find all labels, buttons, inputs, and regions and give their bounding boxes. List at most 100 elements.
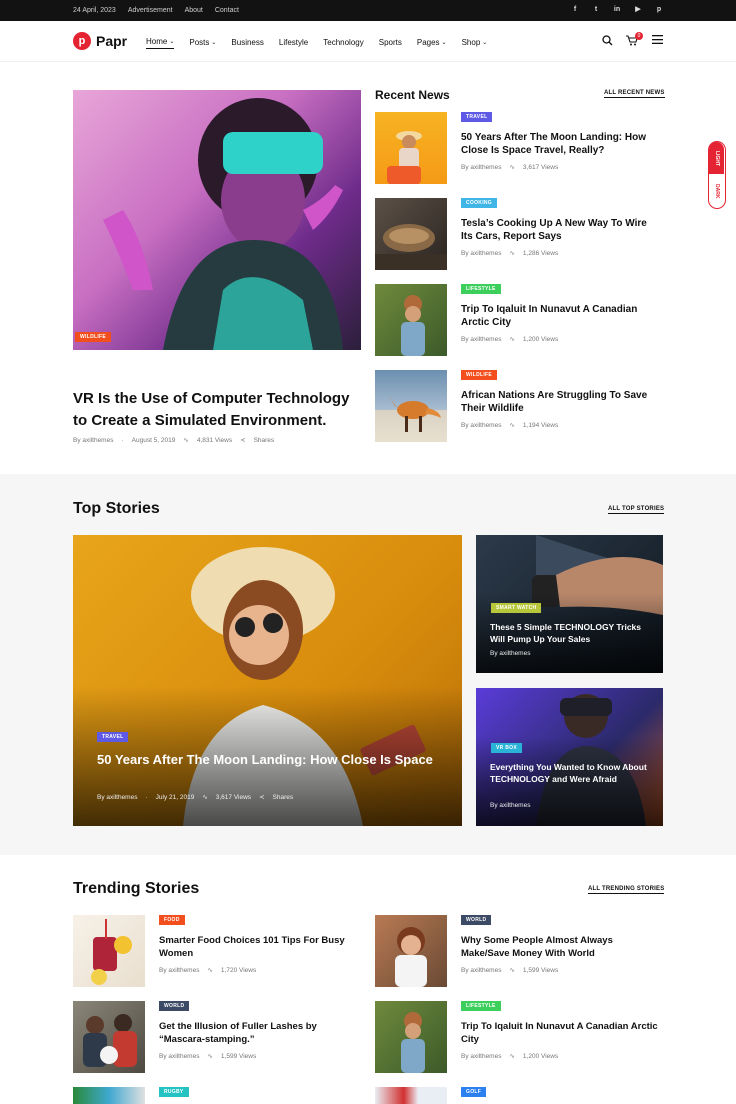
recent-title-2[interactable]: Tesla’s Cooking Up A New Way To Wire Its… — [461, 217, 661, 243]
recent-title-3[interactable]: Trip To Iqaluit In Nunavut A Canadian Ar… — [461, 303, 661, 329]
facebook-icon[interactable]: f — [571, 6, 579, 14]
nav-item-technology[interactable]: Technology — [323, 37, 363, 49]
logo-icon: p — [73, 32, 91, 50]
views-icon: ∿ — [509, 1053, 515, 1060]
site-logo[interactable]: p Papr — [73, 32, 127, 50]
recent-thumb-2[interactable] — [375, 198, 447, 270]
trending-badge-4[interactable]: LIFESTYLE — [461, 1001, 501, 1011]
trending-title-4[interactable]: Trip To Iqaluit In Nunavut A Canadian Ar… — [461, 1020, 661, 1046]
trending-title: Trending Stories — [73, 880, 200, 897]
top-story-side-1[interactable]: SMART WATCH These 5 Simple TECHNOLOGY Tr… — [476, 535, 663, 673]
twitter-icon[interactable]: t — [592, 6, 600, 14]
views-icon: ∿ — [202, 794, 208, 801]
trending-badge-5[interactable]: RUGBY — [159, 1087, 189, 1097]
hero-image[interactable]: WILDLIFE — [73, 90, 361, 350]
views-icon: ∿ — [509, 967, 515, 974]
search-icon[interactable] — [601, 35, 613, 47]
recent-title-4[interactable]: African Nations Are Struggling To Save T… — [461, 389, 661, 415]
cart-icon[interactable]: 0 — [626, 32, 643, 47]
views-icon: ∿ — [207, 967, 213, 974]
topbar-link-advertisement[interactable]: Advertisement — [128, 7, 173, 14]
topbar-link-contact[interactable]: Contact — [215, 7, 239, 14]
recent-thumb-3[interactable] — [375, 284, 447, 356]
trending-badge-6[interactable]: GOLF — [461, 1087, 487, 1097]
chevron-down-icon: ⌄ — [441, 39, 447, 46]
hero-meta: By axilthemes · August 5, 2019 ∿ 4,831 V… — [73, 436, 275, 445]
logo-text: Papr — [96, 33, 128, 49]
category-badge[interactable]: VR BOX — [491, 743, 522, 753]
recent-badge-2[interactable]: COOKING — [461, 198, 497, 208]
top-story-side-2-title[interactable]: Everything You Wanted to Know About TECH… — [490, 761, 652, 785]
nav-item-posts[interactable]: Posts ⌄ — [189, 37, 216, 49]
recent-title-1[interactable]: 50 Years After The Moon Landing: How Clo… — [461, 131, 661, 157]
recent-badge-4[interactable]: WILDLIFE — [461, 370, 498, 380]
youtube-icon[interactable]: ▶ — [634, 6, 642, 14]
recent-badge-1[interactable]: TRAVEL — [461, 112, 493, 122]
hero-title[interactable]: VR Is the Use of Computer Technology to … — [73, 388, 363, 432]
trending-badge-3[interactable]: WORLD — [159, 1001, 190, 1011]
recent-thumb-1[interactable] — [375, 112, 447, 184]
views-icon: ∿ — [207, 1053, 213, 1060]
top-story-side-2[interactable]: VR BOX Everything You Wanted to Know Abo… — [476, 688, 663, 826]
pinterest-icon[interactable]: p — [655, 6, 663, 14]
top-story-side-1-title[interactable]: These 5 Simple TECHNOLOGY Tricks Will Pu… — [490, 621, 652, 645]
chevron-down-icon: ⌄ — [169, 39, 175, 45]
recent-meta-1: By axilthemes ∿ 3,617 Views — [461, 163, 559, 172]
nav-item-business[interactable]: Business — [231, 37, 263, 49]
recent-meta-3: By axilthemes ∿ 1,200 Views — [461, 335, 559, 344]
trending-badge-1[interactable]: FOOD — [159, 915, 185, 925]
trending-badge-2[interactable]: WORLD — [461, 915, 492, 925]
views-icon: ∿ — [183, 437, 189, 444]
views-icon: ∿ — [509, 336, 515, 343]
post-shares[interactable]: Shares — [254, 437, 275, 444]
recent-meta-4: By axilthemes ∿ 1,194 Views — [461, 421, 559, 430]
trending-title-3[interactable]: Get the Illusion of Fuller Lashes by “Ma… — [159, 1020, 359, 1046]
all-trending-stories-link[interactable]: ALL TRENDING STORIES — [588, 886, 665, 894]
theme-toggle[interactable]: LIGHT DARK — [708, 141, 726, 209]
site-header: p Papr Home ⌄ Posts ⌄ Business Lifestyle T… — [0, 21, 736, 62]
post-author[interactable]: By axilthemes — [73, 437, 113, 444]
trending-thumb-4[interactable] — [375, 1001, 447, 1073]
views-icon: ∿ — [509, 250, 515, 257]
top-bar: 24 April, 2023 Advertisement About Conta… — [0, 0, 736, 21]
post-date: August 5, 2019 — [131, 436, 176, 444]
menu-icon[interactable] — [651, 35, 663, 47]
top-story-main-title[interactable]: 50 Years After The Moon Landing: How Clo… — [97, 750, 437, 769]
main-nav: Home ⌄ Posts ⌄ Business Lifestyle Technolo… — [146, 37, 487, 49]
all-recent-news-link[interactable]: ALL RECENT NEWS — [604, 90, 665, 98]
share-icon: ≺ — [240, 437, 246, 444]
top-story-main[interactable]: TRAVEL 50 Years After The Moon Landing: … — [73, 535, 462, 826]
topbar-link-about[interactable]: About — [185, 7, 203, 14]
light-mode-button[interactable]: LIGHT — [709, 142, 724, 174]
trending-thumb-1[interactable] — [73, 915, 145, 987]
nav-item-home[interactable]: Home ⌄ — [146, 37, 175, 49]
top-stories-title: Top Stories — [73, 500, 160, 517]
cart-count-badge: 0 — [635, 32, 643, 40]
category-badge[interactable]: WILDLIFE — [75, 332, 112, 342]
nav-item-shop[interactable]: Shop ⌄ — [462, 37, 488, 49]
dark-mode-button[interactable]: DARK — [709, 175, 724, 207]
post-views: 4,831 Views — [196, 436, 233, 444]
recent-news-title: Recent News — [375, 88, 450, 102]
nav-item-lifestyle[interactable]: Lifestyle — [279, 37, 308, 49]
all-top-stories-link[interactable]: ALL TOP STORIES — [608, 506, 665, 514]
share-icon: ≺ — [259, 794, 265, 801]
views-icon: ∿ — [509, 164, 515, 171]
nav-item-sports[interactable]: Sports — [379, 37, 402, 49]
linkedin-icon[interactable]: in — [613, 6, 621, 14]
top-story-main-meta: By axilthemes · July 21, 2019 ∿ 3,617 Views… — [97, 793, 294, 802]
trending-thumb-5[interactable] — [73, 1087, 145, 1104]
category-badge[interactable]: SMART WATCH — [491, 603, 542, 613]
trending-title-2[interactable]: Why Some People Almost Always Make/Save … — [461, 934, 661, 960]
trending-thumb-6[interactable] — [375, 1087, 447, 1104]
trending-thumb-3[interactable] — [73, 1001, 145, 1073]
recent-meta-2: By axilthemes ∿ 1,286 Views — [461, 249, 559, 258]
chevron-down-icon: ⌄ — [211, 39, 217, 46]
views-icon: ∿ — [509, 422, 515, 429]
recent-badge-3[interactable]: LIFESTYLE — [461, 284, 501, 294]
category-badge[interactable]: TRAVEL — [97, 732, 129, 742]
nav-item-pages[interactable]: Pages ⌄ — [417, 37, 447, 49]
trending-title-1[interactable]: Smarter Food Choices 101 Tips For Busy W… — [159, 934, 359, 960]
trending-thumb-2[interactable] — [375, 915, 447, 987]
recent-thumb-4[interactable] — [375, 370, 447, 442]
